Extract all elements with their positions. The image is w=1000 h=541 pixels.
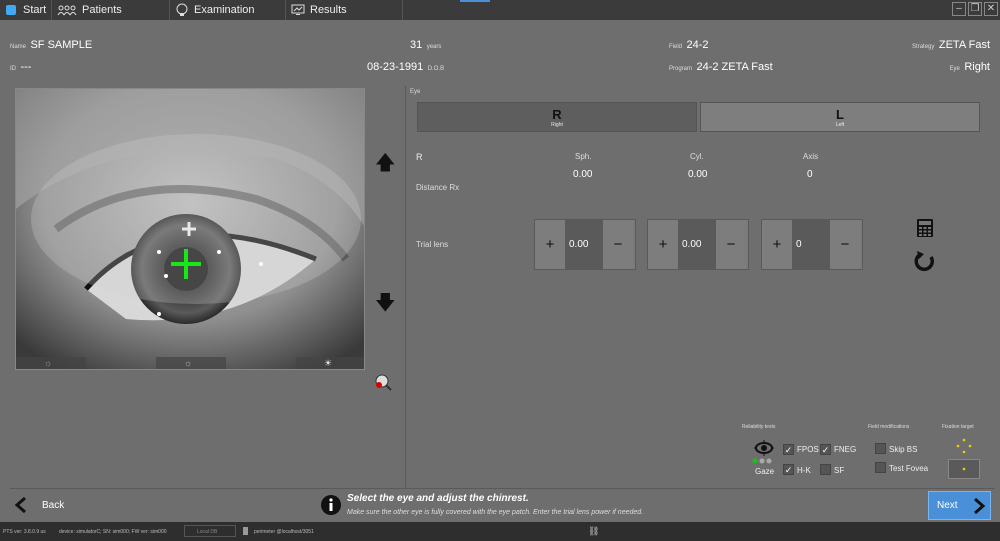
instruction-detail: Make sure the other eye is fully covered…: [347, 509, 644, 516]
tab-start[interactable]: Start: [0, 0, 52, 20]
sf-checkbox[interactable]: [820, 464, 831, 475]
sph-header: Sph.: [575, 152, 592, 161]
cyl-minus-button[interactable]: −: [716, 220, 746, 269]
eye-right-button[interactable]: R Right: [417, 102, 697, 132]
tab-examination-label: Examination: [194, 4, 255, 16]
calculator-icon[interactable]: [916, 218, 934, 243]
fixation-diamond-option[interactable]: [948, 436, 980, 456]
settings-panel: Eye R Right L Left R Sph. Cyl. Axis Dist…: [405, 86, 995, 488]
camera-settings-icon[interactable]: [374, 373, 392, 396]
eye-camera-view: ☼ ☼ ☀: [15, 88, 365, 370]
close-icon[interactable]: ✕: [984, 2, 998, 16]
patient-age: 31 years: [410, 39, 442, 51]
chevron-right-icon: [974, 497, 986, 514]
database-icon: [243, 527, 248, 535]
fpos-label: FPOS: [797, 445, 819, 454]
arrow-down-icon[interactable]: 🡇: [375, 288, 396, 322]
fixation-target-title: Fixation target: [942, 424, 974, 430]
cyl-value: 0.00: [688, 169, 708, 180]
tab-results-label: Results: [310, 4, 347, 16]
axis-value: 0: [807, 169, 813, 180]
reliability-tests-title: Reliability tests: [742, 424, 776, 430]
patients-icon: [57, 3, 77, 17]
axis-plus-button[interactable]: +: [762, 220, 792, 269]
cyl-plus-button[interactable]: +: [648, 220, 678, 269]
eye-camera-image: [16, 89, 364, 369]
trial-sph-input[interactable]: 0.00: [565, 220, 603, 269]
fpos-checkbox[interactable]: ✓: [783, 444, 794, 455]
status-bar: PTS ver: 3.8.0.9 us device: simulatorC; …: [0, 522, 1000, 541]
link-icon[interactable]: ⛓: [588, 526, 599, 537]
local-db-indicator: Local DB: [184, 525, 236, 537]
back-button[interactable]: Back: [14, 496, 64, 514]
tab-examination[interactable]: Examination: [171, 0, 286, 20]
info-icon: [320, 494, 342, 521]
server-text: perimeter @localhost/3051: [254, 529, 314, 535]
rx-eye-letter: R: [416, 152, 423, 162]
device-text: device: simulatorC; SN: sim000; FW ver: …: [59, 529, 167, 535]
restore-icon[interactable]: ❐: [968, 2, 982, 16]
version-text: PTS ver: 3.8.0.9 us: [3, 529, 46, 535]
skip-bs-checkbox[interactable]: [875, 443, 886, 454]
tab-results[interactable]: Results: [287, 0, 403, 20]
test-fovea-label: Test Fovea: [889, 464, 929, 473]
sph-value: 0.00: [573, 169, 593, 180]
axis-header: Axis: [803, 152, 819, 161]
fneg-label: FNEG: [834, 445, 857, 454]
cyl-header: Cyl.: [690, 152, 704, 161]
sf-label: SF: [834, 466, 845, 475]
field-info: Field 24-2: [669, 39, 709, 51]
next-button[interactable]: Next: [928, 491, 991, 520]
distance-rx-label: Distance Rx: [416, 183, 460, 192]
tab-patients-label: Patients: [82, 4, 122, 16]
brightness-high-icon[interactable]: ☀: [324, 358, 332, 369]
fixation-center-option[interactable]: [948, 459, 980, 479]
reset-icon[interactable]: [913, 249, 937, 278]
results-monitor-icon: [291, 3, 305, 17]
fneg-checkbox[interactable]: ✓: [820, 444, 831, 455]
minimize-icon[interactable]: –: [952, 2, 966, 16]
skip-bs-label: Skip BS: [889, 445, 918, 454]
instruction-title: Select the eye and adjust the chinrest.: [347, 493, 529, 504]
gaze-label: Gaze: [755, 467, 775, 476]
test-fovea-checkbox[interactable]: [875, 462, 886, 473]
trial-lens-label: Trial lens: [416, 240, 449, 249]
patient-name: Name SF SAMPLE: [10, 39, 93, 51]
app-logo-icon: [4, 3, 18, 17]
sph-minus-button[interactable]: −: [603, 220, 633, 269]
trial-cyl-stepper: + 0.00 −: [647, 219, 749, 270]
arrow-up-icon[interactable]: 🡅: [375, 148, 396, 182]
eye-left-button[interactable]: L Left: [700, 102, 980, 132]
chevron-left-icon: [14, 496, 26, 514]
tab-patients[interactable]: Patients: [53, 0, 170, 20]
brightness-mid-icon[interactable]: ☼: [184, 358, 192, 368]
trial-cyl-input[interactable]: 0.00: [678, 220, 716, 269]
field-modifications-title: Field modifications: [868, 424, 910, 430]
trial-sph-stepper: + 0.00 −: [534, 219, 636, 270]
hk-label: H-K: [797, 466, 811, 475]
top-tab-bar: Start Patients Examination Results – ❐ ✕: [0, 0, 1000, 20]
head-icon: [175, 3, 189, 17]
tab-start-label: Start: [23, 4, 47, 16]
hk-checkbox[interactable]: ✓: [783, 464, 794, 475]
program-info: Program 24-2 ZETA Fast: [669, 61, 773, 73]
eye-section-label: Eye: [410, 89, 421, 95]
sph-plus-button[interactable]: +: [535, 220, 565, 269]
strategy-info: Strategy ZETA Fast: [912, 39, 990, 51]
eye-info: Eye Right: [949, 61, 990, 73]
trial-axis-input[interactable]: 0: [792, 220, 830, 269]
trial-axis-stepper: + 0 −: [761, 219, 863, 270]
patient-id: ID ---: [10, 61, 32, 73]
axis-minus-button[interactable]: −: [830, 220, 860, 269]
divider: [10, 488, 995, 489]
brightness-low-icon[interactable]: ☼: [44, 358, 52, 368]
active-indicator: [460, 0, 490, 2]
patient-dob: 08-23-1991 D.O.B: [367, 61, 445, 73]
